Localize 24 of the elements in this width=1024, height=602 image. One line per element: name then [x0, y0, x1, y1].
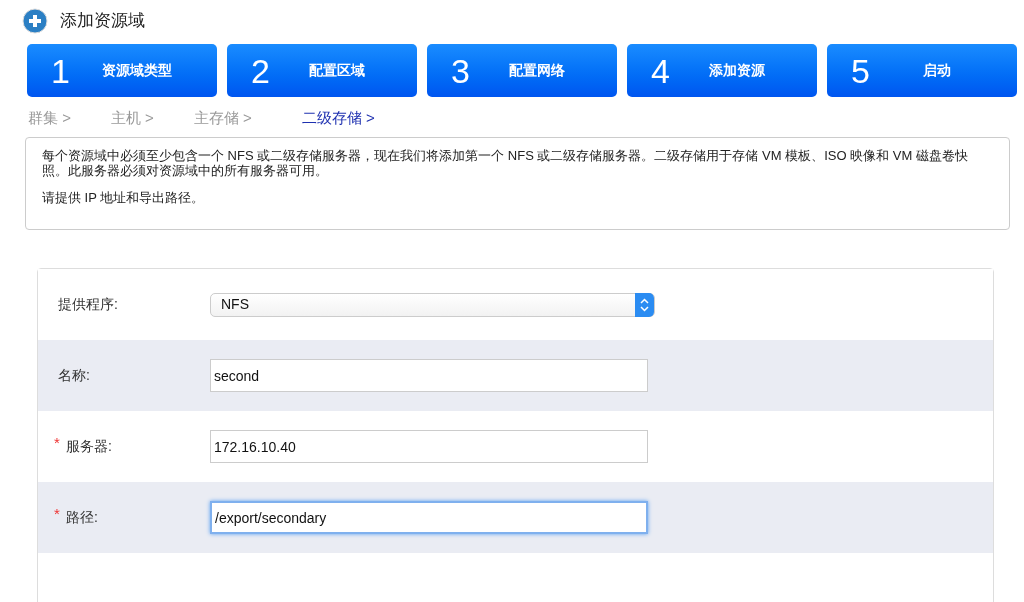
required-asterisk: *	[54, 504, 61, 524]
provider-select[interactable]: NFS	[210, 292, 655, 317]
required-asterisk: *	[54, 433, 61, 453]
field-label: 提供程序:	[58, 295, 118, 314]
substep-link[interactable]: 主机 >	[110, 106, 154, 130]
stepper-icon	[635, 292, 654, 317]
step-tab[interactable]: 2 配置区域	[227, 44, 417, 97]
step-tab[interactable]: 1 资源域类型	[27, 44, 217, 97]
substep-link[interactable]: 主存储 >	[193, 106, 252, 130]
text-input[interactable]: /export/secondary	[210, 501, 648, 534]
step-tab[interactable]: 3 配置网络	[427, 44, 617, 97]
step-tab[interactable]: 5 启动	[827, 44, 1017, 97]
info-text: 请提供 IP 地址和导出路径。	[42, 190, 206, 205]
page-title: 添加资源域	[60, 10, 145, 33]
substep-link[interactable]: 群集 >	[28, 106, 71, 130]
text-input[interactable]: second	[210, 359, 648, 392]
field-label: 路径:	[66, 508, 98, 527]
field-label: 名称:	[58, 366, 90, 385]
substep-link[interactable]: 二级存储 >	[301, 106, 375, 130]
text-input[interactable]: 172.16.10.40	[210, 430, 648, 463]
step-tab[interactable]: 4 添加资源	[627, 44, 817, 97]
plus-circle-icon	[22, 8, 48, 34]
info-text: 每个资源域中必须至少包含一个 NFS 或二级存储服务器，现在我们将添加第一个 NFS 或二级存储服务器。二级存储用于存储 VM 模板、ISO 映像和 VM 磁盘卷快照。此服务器必须对资源域中的所有服务器可用。	[42, 148, 969, 178]
field-label: 服务器:	[66, 437, 112, 456]
